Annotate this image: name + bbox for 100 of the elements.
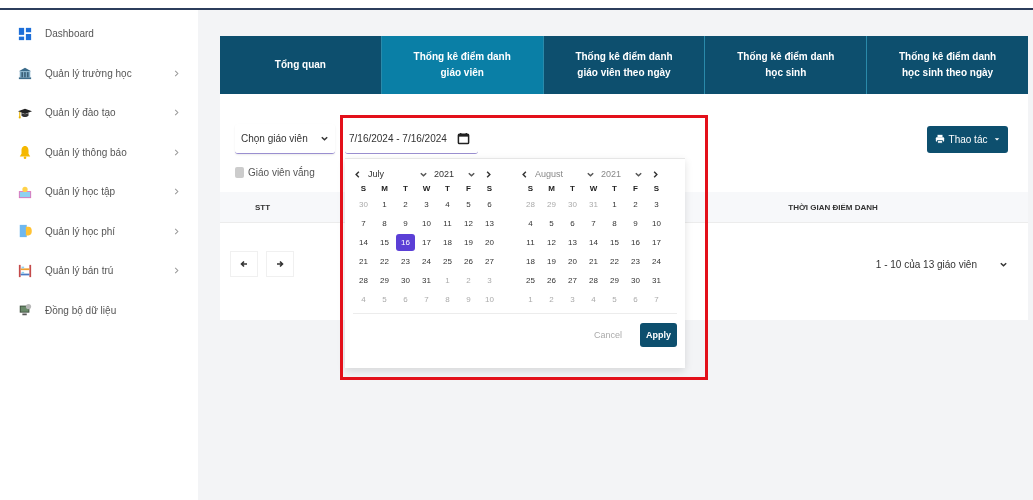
calendar-day[interactable]: 29 — [374, 271, 395, 290]
calendar-day[interactable]: 20 — [562, 252, 583, 271]
sidebar-item[interactable]: Đồng bộ dữ liệu — [0, 290, 198, 330]
sidebar-item-label: Quản lý thông báo — [45, 146, 128, 158]
building-icon — [18, 66, 32, 81]
bell-icon — [18, 145, 32, 160]
calendar-day[interactable]: 20 — [479, 233, 500, 252]
calendar-day[interactable]: 16 — [625, 233, 646, 252]
calendar-day[interactable]: 13 — [479, 214, 500, 233]
sidebar-item[interactable]: Quản lý học tập — [0, 172, 198, 212]
month-select[interactable]: August — [535, 169, 595, 179]
calendar-day[interactable]: 10 — [416, 214, 437, 233]
calendar-day[interactable]: 21 — [583, 252, 604, 271]
calendar-day[interactable]: 29 — [604, 271, 625, 290]
calendar-day[interactable]: 5 — [541, 214, 562, 233]
calendar-day[interactable]: 9 — [625, 214, 646, 233]
calendar-day[interactable]: 2 — [395, 195, 416, 214]
calendar-day[interactable]: 21 — [353, 252, 374, 271]
calendar-day[interactable]: 12 — [458, 214, 479, 233]
year-select[interactable]: 2021 — [601, 169, 643, 179]
sidebar-item-label: Quản lý học tập — [45, 186, 117, 198]
calendar-day[interactable]: 15 — [604, 233, 625, 252]
calendar-day[interactable]: 7 — [583, 214, 604, 233]
month-select[interactable]: July — [368, 169, 428, 179]
sidebar-item[interactable]: Quản lý thông báo — [0, 132, 198, 172]
next-month-button[interactable] — [651, 169, 660, 179]
calendar-day[interactable]: 3 — [646, 195, 667, 214]
calendar-day[interactable]: 30 — [395, 271, 416, 290]
tab[interactable]: Tổng quan — [220, 36, 381, 94]
calendar-day[interactable]: 31 — [646, 271, 667, 290]
calendar-day[interactable]: 11 — [437, 214, 458, 233]
calendar-day[interactable]: 28 — [583, 271, 604, 290]
sidebar-item-label: Quản lý trường học — [45, 67, 133, 79]
calendar-day[interactable]: 22 — [374, 252, 395, 271]
calendar-day[interactable]: 17 — [416, 233, 437, 252]
apply-button[interactable]: Apply — [640, 323, 677, 347]
calendar-day[interactable]: 6 — [562, 214, 583, 233]
calendar-day[interactable]: 19 — [541, 252, 562, 271]
calendar-day[interactable]: 25 — [520, 271, 541, 290]
weekday-label: F — [632, 183, 639, 195]
sidebar-item[interactable]: Quản lý đào tạo — [0, 93, 198, 133]
next-month-button[interactable] — [484, 169, 493, 179]
calendar-day[interactable]: 3 — [416, 195, 437, 214]
calendar-day[interactable]: 18 — [520, 252, 541, 271]
calendar-day[interactable]: 17 — [646, 233, 667, 252]
sidebar-item[interactable]: Quản lý bán trú — [0, 251, 198, 291]
calendar-day[interactable]: 2 — [625, 195, 646, 214]
calendar-day[interactable]: 31 — [416, 271, 437, 290]
calendar-day[interactable]: 25 — [437, 252, 458, 271]
checkbox[interactable] — [235, 166, 244, 178]
calendar-day[interactable]: 14 — [583, 233, 604, 252]
calendar-day[interactable]: 11 — [520, 233, 541, 252]
calendar-day[interactable]: 24 — [416, 252, 437, 271]
calendar-day[interactable]: 4 — [437, 195, 458, 214]
date-range-field[interactable]: 7/16/2024 - 7/16/2024 — [345, 124, 478, 154]
calendar-day[interactable]: 28 — [353, 271, 374, 290]
calendar-day[interactable]: 16 — [396, 234, 415, 251]
calendar-day[interactable]: 18 — [437, 233, 458, 252]
calendar-day[interactable]: 1 — [374, 195, 395, 214]
calendar-day[interactable]: 27 — [479, 252, 500, 271]
calendar-day[interactable]: 27 — [562, 271, 583, 290]
arrow-left-icon — [239, 259, 249, 269]
calendar-day[interactable]: 26 — [541, 271, 562, 290]
sidebar-item[interactable]: Quản lý trường học — [0, 53, 198, 93]
calendar-day[interactable]: 4 — [520, 214, 541, 233]
calendar-day[interactable]: 23 — [625, 252, 646, 271]
next-page-button[interactable] — [266, 251, 294, 277]
previous-month-button[interactable] — [353, 169, 362, 179]
actions-button[interactable]: Thao tác — [927, 125, 1008, 153]
sidebar-item[interactable]: Quản lý học phí — [0, 211, 198, 251]
calendar-day[interactable]: 10 — [646, 214, 667, 233]
weekday-label: S — [359, 183, 368, 195]
calendar-day[interactable]: 23 — [395, 252, 416, 271]
previous-page-button[interactable] — [230, 251, 258, 277]
year-select[interactable]: 2021 — [434, 169, 476, 179]
calendar-day[interactable]: 22 — [604, 252, 625, 271]
calendar-day[interactable]: 5 — [458, 195, 479, 214]
calendar-day[interactable]: 19 — [458, 233, 479, 252]
calendar-day[interactable]: 8 — [604, 214, 625, 233]
calendar-day[interactable]: 24 — [646, 252, 667, 271]
weekday-label: W — [588, 183, 599, 195]
calendar-day[interactable]: 14 — [353, 233, 374, 252]
tab[interactable]: Thống kê điểm danh giáo viên — [380, 36, 543, 94]
calendar-day[interactable]: 30 — [625, 271, 646, 290]
calendar-day[interactable]: 15 — [374, 233, 395, 252]
calendar-day[interactable]: 8 — [374, 214, 395, 233]
calendar-day[interactable]: 9 — [395, 214, 416, 233]
calendar-day[interactable]: 1 — [604, 195, 625, 214]
calendar-day[interactable]: 12 — [541, 233, 562, 252]
sidebar-item[interactable]: Dashboard — [0, 14, 198, 54]
calendar-day[interactable]: 13 — [562, 233, 583, 252]
calendar-day[interactable]: 26 — [458, 252, 479, 271]
previous-month-button[interactable] — [520, 169, 529, 179]
weekday-label: T — [402, 183, 409, 195]
caret-icon — [320, 134, 329, 143]
teacher-select[interactable]: Chọn giáo viên — [235, 124, 335, 154]
weekday-label: T — [444, 183, 451, 195]
calendar-day[interactable]: 7 — [353, 214, 374, 233]
column-header: THỜI GIAN ĐIỂM DANH — [787, 202, 879, 212]
calendar-day[interactable]: 6 — [479, 195, 500, 214]
